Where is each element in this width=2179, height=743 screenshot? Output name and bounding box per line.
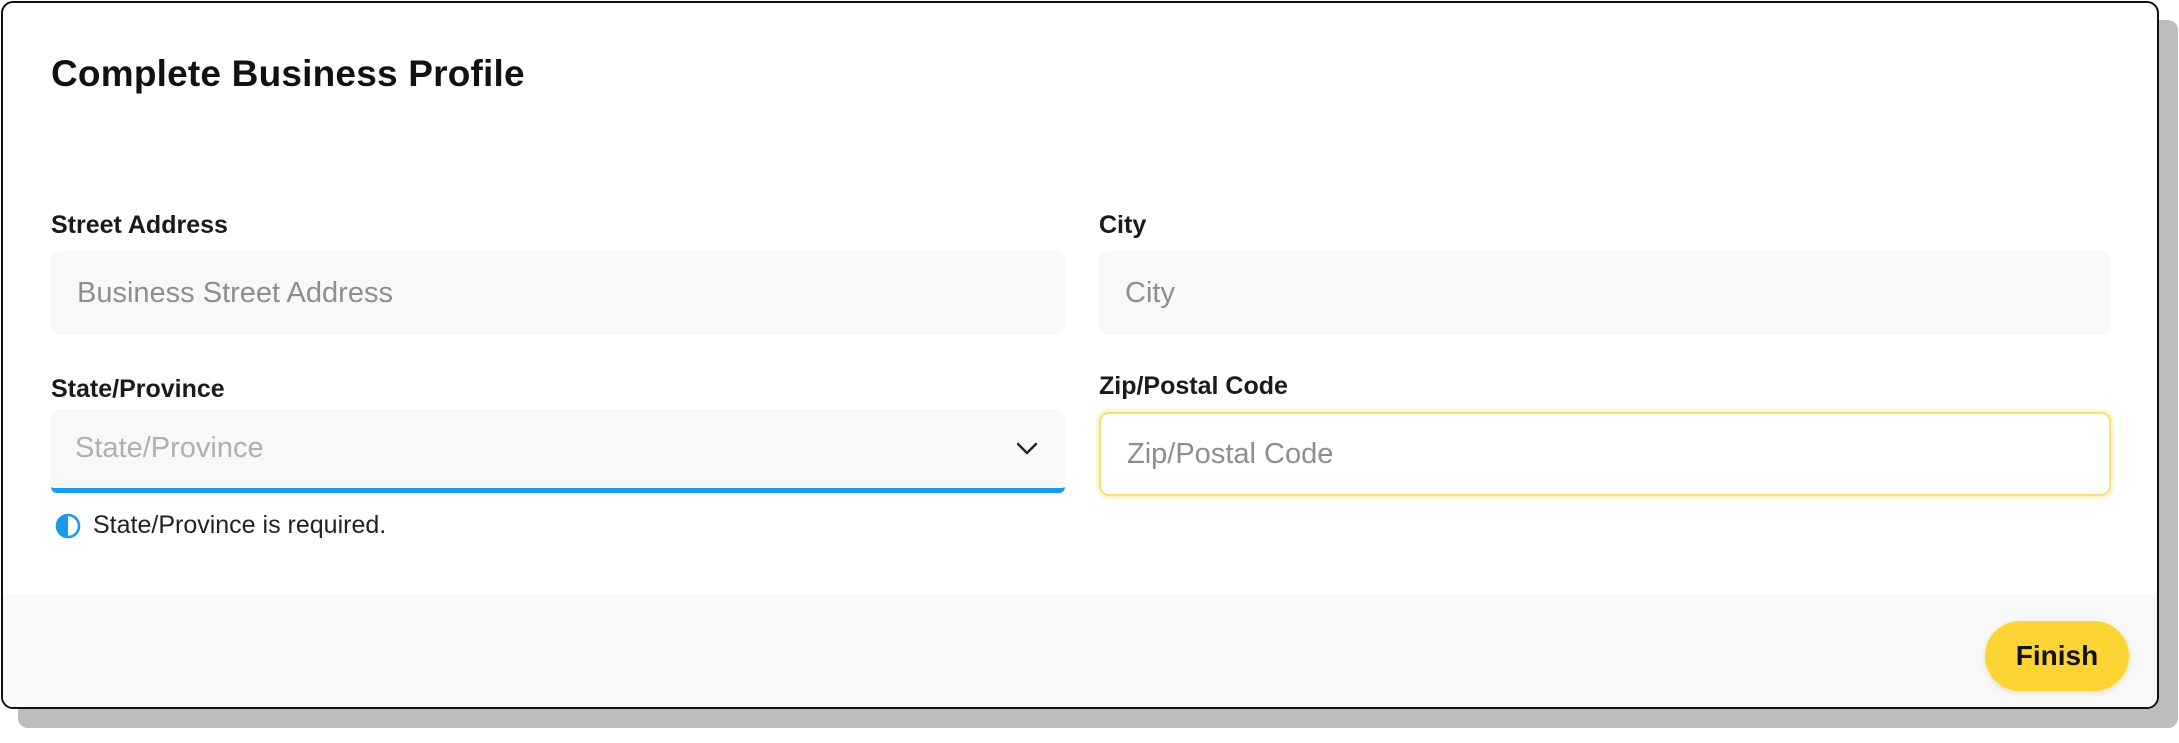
state-province-error: State/Province is required. [55, 511, 386, 540]
state-province-select[interactable]: State/Province [51, 409, 1065, 493]
zip-postal-code-input[interactable] [1127, 414, 2109, 494]
state-province-label: State/Province [51, 375, 225, 403]
city-label: City [1099, 211, 1147, 239]
state-province-placeholder: State/Province [75, 432, 264, 464]
dialog-title: Complete Business Profile [51, 53, 525, 94]
city-field[interactable] [1099, 251, 2111, 335]
street-address-field[interactable] [51, 251, 1065, 335]
street-address-label: Street Address [51, 211, 228, 239]
street-address-input[interactable] [77, 251, 1065, 335]
state-province-error-text: State/Province is required. [93, 511, 387, 539]
finish-button[interactable]: Finish [1985, 621, 2129, 691]
zip-postal-code-field[interactable] [1099, 412, 2111, 496]
city-input[interactable] [1125, 251, 2111, 335]
chevron-down-icon[interactable] [1015, 437, 1039, 461]
dialog-footer: Finish [3, 595, 2157, 707]
zip-postal-code-label: Zip/Postal Code [1099, 372, 1288, 400]
business-profile-dialog: Complete Business Profile Street Address… [1, 1, 2159, 709]
half-circle-info-icon [55, 513, 81, 539]
screen: Complete Business Profile Street Address… [0, 0, 2179, 743]
